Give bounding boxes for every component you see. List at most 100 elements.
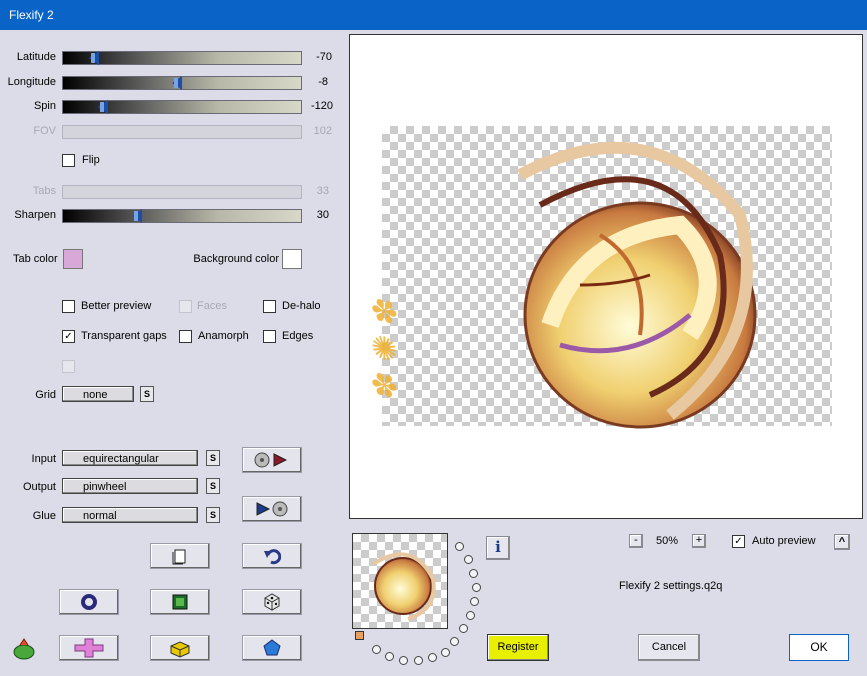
- sharpen-label: Sharpen: [14, 209, 56, 221]
- preview-panel[interactable]: ✽ ✺ ✽: [349, 34, 863, 519]
- longitude-slider[interactable]: [62, 76, 302, 90]
- settings-file-name: Flexify 2 settings.q2q: [619, 580, 723, 592]
- flip-label: Flip: [82, 154, 100, 166]
- background-color-swatch[interactable]: [282, 249, 302, 269]
- window-title: Flexify 2: [9, 8, 54, 22]
- auto-preview-checkbox[interactable]: ✓: [732, 535, 745, 548]
- thumbnail-corner-handle[interactable]: [355, 631, 364, 640]
- ok-button[interactable]: OK: [789, 634, 849, 661]
- sharpen-slider[interactable]: [62, 209, 302, 223]
- flip-checkbox[interactable]: [62, 154, 75, 167]
- copy-page-icon: [172, 549, 186, 565]
- spin-label: Spin: [33, 100, 56, 112]
- watermark-icon: ✽ ✺ ✽: [366, 300, 404, 402]
- anamorph-label: Anamorph: [198, 330, 249, 342]
- preset-dot[interactable]: [466, 611, 475, 620]
- preset-dot[interactable]: [464, 555, 473, 564]
- input-select[interactable]: equirectangular: [62, 450, 198, 466]
- preset-dot[interactable]: [399, 656, 408, 665]
- ring-icon: [81, 594, 97, 610]
- zoom-out-button[interactable]: -: [629, 534, 643, 548]
- glue-s-button[interactable]: S: [206, 507, 220, 523]
- preset-dot[interactable]: [428, 653, 437, 662]
- thumbnail-image: [371, 552, 436, 621]
- flexify-window: Flexify 2 Latitude -70 Longitude -8 Spin…: [0, 0, 867, 676]
- sharpen-value: 30: [316, 209, 329, 221]
- fov-label: FOV: [33, 125, 56, 137]
- output-select[interactable]: pinwheel: [62, 478, 198, 494]
- dehalo-label: De-halo: [282, 300, 321, 312]
- brick-button[interactable]: [150, 635, 210, 661]
- dice-icon: [264, 593, 280, 611]
- grid-s-button[interactable]: S: [140, 386, 154, 402]
- tab-color-swatch[interactable]: [63, 249, 83, 269]
- grid-label: Grid: [35, 389, 56, 401]
- title-bar: Flexify 2: [0, 0, 867, 30]
- preset-dot[interactable]: [459, 624, 468, 633]
- preset-dot[interactable]: [470, 597, 479, 606]
- tabs-slider: [62, 185, 302, 199]
- anamorph-checkbox[interactable]: [179, 330, 192, 343]
- info-icon[interactable]: i: [486, 536, 510, 560]
- undo-arrow-icon: [264, 549, 281, 565]
- preset-dot[interactable]: [450, 637, 459, 646]
- spin-slider[interactable]: [62, 100, 302, 114]
- longitude-slider-thumb[interactable]: [172, 76, 183, 90]
- random-button[interactable]: [242, 589, 302, 615]
- preset-dot[interactable]: [472, 583, 481, 592]
- expand-button[interactable]: ^: [834, 534, 850, 550]
- longitude-label: Longitude: [7, 76, 56, 88]
- transparent-gaps-checkbox[interactable]: ✓: [62, 330, 75, 343]
- tabs-label: Tabs: [32, 185, 56, 197]
- tab-color-label: Tab color: [13, 253, 58, 265]
- register-button[interactable]: Register: [487, 634, 549, 661]
- copy-button[interactable]: [150, 543, 210, 569]
- cancel-button[interactable]: Cancel: [638, 634, 700, 661]
- pink-cross-icon: [74, 638, 104, 658]
- zoom-value: 50%: [655, 535, 679, 547]
- latitude-label: Latitude: [16, 51, 56, 63]
- auto-preview-label: Auto preview: [752, 535, 816, 547]
- better-preview-checkbox[interactable]: [62, 300, 75, 313]
- play-to-disk-icon: [256, 501, 288, 517]
- tabs-shape-button[interactable]: [59, 635, 119, 661]
- output-s-button[interactable]: S: [206, 478, 220, 494]
- undo-button[interactable]: [242, 543, 302, 569]
- input-s-button[interactable]: S: [206, 450, 220, 466]
- yellow-brick-icon: [170, 641, 190, 658]
- polyhedron-button[interactable]: [242, 635, 302, 661]
- background-color-label: Background color: [193, 253, 279, 265]
- preset-dot[interactable]: [372, 645, 381, 654]
- preset-dot[interactable]: [441, 648, 450, 657]
- latitude-slider[interactable]: [62, 51, 302, 65]
- faces-label: Faces: [197, 300, 227, 312]
- thumbnail-navigator[interactable]: [352, 533, 448, 629]
- load-button[interactable]: [242, 447, 302, 473]
- transparent-gaps-label: Transparent gaps: [81, 330, 167, 342]
- dehalo-checkbox[interactable]: [263, 300, 276, 313]
- blue-pentagon-icon: [263, 639, 281, 656]
- fov-slider: [62, 125, 302, 139]
- zoom-in-button[interactable]: +: [692, 534, 706, 548]
- latitude-value: -70: [316, 51, 332, 63]
- better-preview-label: Better preview: [81, 300, 152, 312]
- unlabeled-checkbox: [62, 360, 75, 373]
- preset-dot[interactable]: [414, 656, 423, 665]
- edges-checkbox[interactable]: [263, 330, 276, 343]
- input-label: Input: [31, 453, 56, 465]
- preset-dot[interactable]: [469, 569, 478, 578]
- latitude-slider-thumb[interactable]: [88, 51, 99, 65]
- sharpen-slider-thumb[interactable]: [131, 209, 142, 223]
- disk-to-play-icon: [254, 452, 288, 468]
- glue-select[interactable]: normal: [62, 507, 198, 523]
- frame-button[interactable]: [150, 589, 210, 615]
- spin-slider-thumb[interactable]: [98, 100, 109, 114]
- save-button[interactable]: [242, 496, 302, 522]
- preset-dot[interactable]: [385, 652, 394, 661]
- output-label: Output: [22, 481, 56, 493]
- grid-select[interactable]: none: [62, 386, 134, 402]
- glue-label: Glue: [32, 510, 56, 522]
- edges-label: Edges: [282, 330, 314, 342]
- zoom-mode-button[interactable]: [59, 589, 119, 615]
- preset-dot[interactable]: [455, 542, 464, 551]
